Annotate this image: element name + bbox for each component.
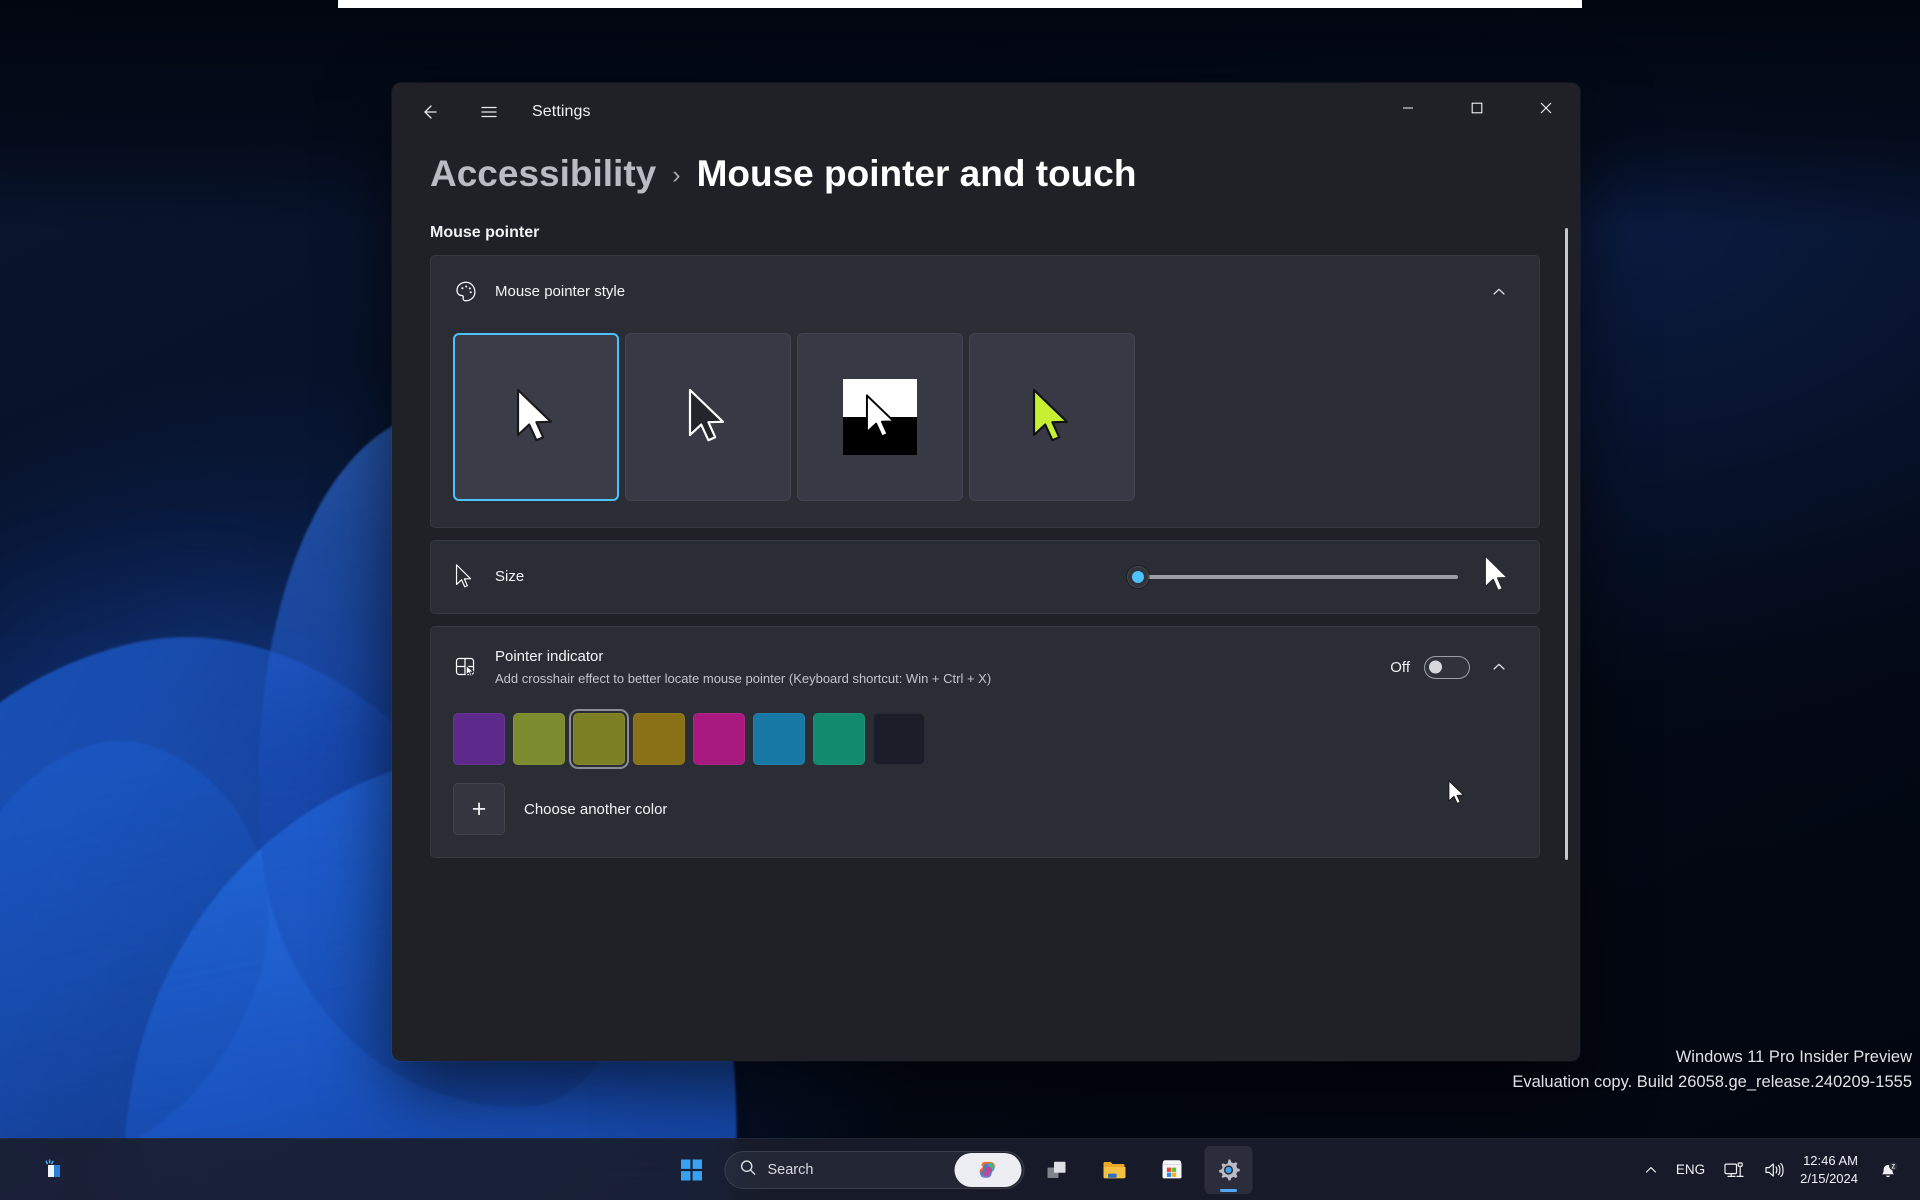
swatch-teal-blue[interactable] bbox=[753, 713, 805, 765]
size-slider[interactable] bbox=[1138, 561, 1458, 593]
clock[interactable]: 12:46 AM 2/15/2024 bbox=[1794, 1152, 1868, 1188]
slider-track bbox=[1138, 575, 1458, 579]
taskbar-tray: ENG 12:46 AM 2/15/2024 bbox=[1635, 1148, 1908, 1192]
mouse-pointer-style-label: Mouse pointer style bbox=[495, 282, 1470, 302]
back-arrow-icon[interactable] bbox=[409, 92, 449, 132]
pointer-indicator-subtitle: Add crosshair effect to better locate mo… bbox=[495, 670, 1390, 688]
pointer-style-tiles bbox=[431, 328, 1539, 527]
chevron-up-icon[interactable] bbox=[1480, 648, 1518, 686]
settings-content: Mouse pointer style bbox=[392, 255, 1580, 1047]
minimize-icon[interactable] bbox=[1373, 83, 1442, 132]
start-icon[interactable] bbox=[668, 1146, 716, 1194]
size-row[interactable]: Size bbox=[431, 541, 1539, 613]
windows-watermark: Windows 11 Pro Insider Preview Evaluatio… bbox=[1512, 1045, 1912, 1094]
microsoft-store-icon[interactable] bbox=[1148, 1146, 1196, 1194]
size-label: Size bbox=[495, 567, 1007, 587]
watermark-line-1: Windows 11 Pro Insider Preview bbox=[1512, 1045, 1912, 1069]
pointer-indicator-title: Pointer indicator bbox=[495, 647, 1390, 667]
taskbar-center: Search bbox=[668, 1146, 1253, 1194]
search-input[interactable]: Search bbox=[725, 1151, 1025, 1189]
black-pointer-style[interactable] bbox=[625, 333, 791, 501]
task-view-icon[interactable] bbox=[1034, 1146, 1082, 1194]
clock-date: 2/15/2024 bbox=[1800, 1170, 1858, 1188]
swatch-olive-green[interactable] bbox=[513, 713, 565, 765]
large-pointer-icon bbox=[1480, 553, 1514, 602]
mouse-pointer-style-row[interactable]: Mouse pointer style bbox=[431, 256, 1539, 328]
swatch-purple[interactable] bbox=[453, 713, 505, 765]
search-placeholder: Search bbox=[768, 1162, 814, 1178]
svg-text:Z: Z bbox=[1891, 1164, 1895, 1170]
size-card: Size bbox=[430, 540, 1540, 614]
maximize-icon[interactable] bbox=[1442, 83, 1511, 132]
background-window-edge[interactable] bbox=[338, 0, 1582, 8]
choose-another-color-row[interactable]: + Choose another color bbox=[453, 783, 1517, 835]
volume-icon[interactable] bbox=[1754, 1148, 1794, 1192]
white-pointer-style[interactable] bbox=[453, 333, 619, 501]
slider-thumb[interactable] bbox=[1127, 566, 1149, 588]
page-title: Mouse pointer and touch bbox=[697, 153, 1137, 194]
toggle-knob bbox=[1429, 661, 1442, 674]
palette-icon bbox=[453, 279, 495, 305]
copilot-icon[interactable] bbox=[955, 1153, 1022, 1187]
mouse-pointer-style-text: Mouse pointer style bbox=[495, 282, 1470, 302]
file-explorer-icon[interactable] bbox=[1091, 1146, 1139, 1194]
breadcrumb: Accessibility › Mouse pointer and touch bbox=[430, 153, 1580, 194]
custom-pointer-style[interactable] bbox=[969, 333, 1135, 501]
chevron-up-icon[interactable] bbox=[1480, 273, 1518, 311]
pointer-indicator-colors: + Choose another color bbox=[431, 707, 1539, 857]
desktop-tile-icon[interactable] bbox=[30, 1146, 78, 1194]
breadcrumb-separator-icon: › bbox=[672, 161, 680, 189]
clock-time: 12:46 AM bbox=[1803, 1152, 1858, 1170]
pointer-indicator-toggle[interactable] bbox=[1424, 656, 1470, 679]
mouse-pointer-style-card: Mouse pointer style bbox=[430, 255, 1540, 528]
window-controls bbox=[1373, 83, 1580, 132]
watermark-line-2: Evaluation copy. Build 26058.ge_release.… bbox=[1512, 1070, 1912, 1094]
page-header: Accessibility › Mouse pointer and touch bbox=[392, 140, 1580, 194]
plus-icon[interactable]: + bbox=[453, 783, 505, 835]
mouse-pointer-style-right bbox=[1470, 273, 1518, 311]
pointer-indicator-card: Pointer indicator Add crosshair effect t… bbox=[430, 626, 1540, 858]
pointer-indicator-row[interactable]: Pointer indicator Add crosshair effect t… bbox=[431, 627, 1539, 707]
pointer-indicator-right: Off bbox=[1390, 648, 1518, 686]
chevron-up-icon[interactable] bbox=[1635, 1148, 1667, 1192]
swatch-green-teal[interactable] bbox=[813, 713, 865, 765]
close-icon[interactable] bbox=[1511, 83, 1580, 132]
pointer-indicator-toggle-label: Off bbox=[1390, 659, 1410, 676]
notification-bell-dnd-icon[interactable]: Z bbox=[1868, 1148, 1908, 1192]
crosshair-indicator-icon bbox=[453, 654, 495, 680]
section-heading-mouse-pointer: Mouse pointer bbox=[430, 224, 1580, 242]
inverted-preview-box bbox=[843, 379, 917, 455]
title-bar: Settings bbox=[392, 83, 1580, 140]
pointer-indicator-text: Pointer indicator Add crosshair effect t… bbox=[495, 647, 1390, 688]
color-swatch-row bbox=[453, 713, 1517, 765]
search-icon bbox=[740, 1159, 757, 1181]
taskbar-left bbox=[30, 1146, 78, 1194]
swatch-magenta[interactable] bbox=[693, 713, 745, 765]
content-scrollbar[interactable] bbox=[1565, 228, 1568, 860]
taskbar: Search bbox=[0, 1138, 1920, 1200]
window-title: Settings bbox=[532, 103, 591, 121]
swatch-olive[interactable] bbox=[573, 713, 625, 765]
language-indicator[interactable]: ENG bbox=[1667, 1148, 1714, 1192]
network-icon[interactable] bbox=[1714, 1148, 1754, 1192]
settings-icon[interactable] bbox=[1205, 1146, 1253, 1194]
size-slider-wrap bbox=[1007, 553, 1519, 602]
small-pointer-icon bbox=[453, 563, 495, 591]
size-text: Size bbox=[495, 567, 1007, 587]
hamburger-icon[interactable] bbox=[469, 92, 509, 132]
inverted-pointer-style[interactable] bbox=[797, 333, 963, 501]
swatch-dark-gold[interactable] bbox=[633, 713, 685, 765]
breadcrumb-accessibility[interactable]: Accessibility bbox=[430, 153, 656, 194]
swatch-dark-navy[interactable] bbox=[873, 713, 925, 765]
settings-window: Settings Accessibility › Mo bbox=[392, 83, 1580, 1061]
choose-another-color-label: Choose another color bbox=[524, 801, 667, 818]
